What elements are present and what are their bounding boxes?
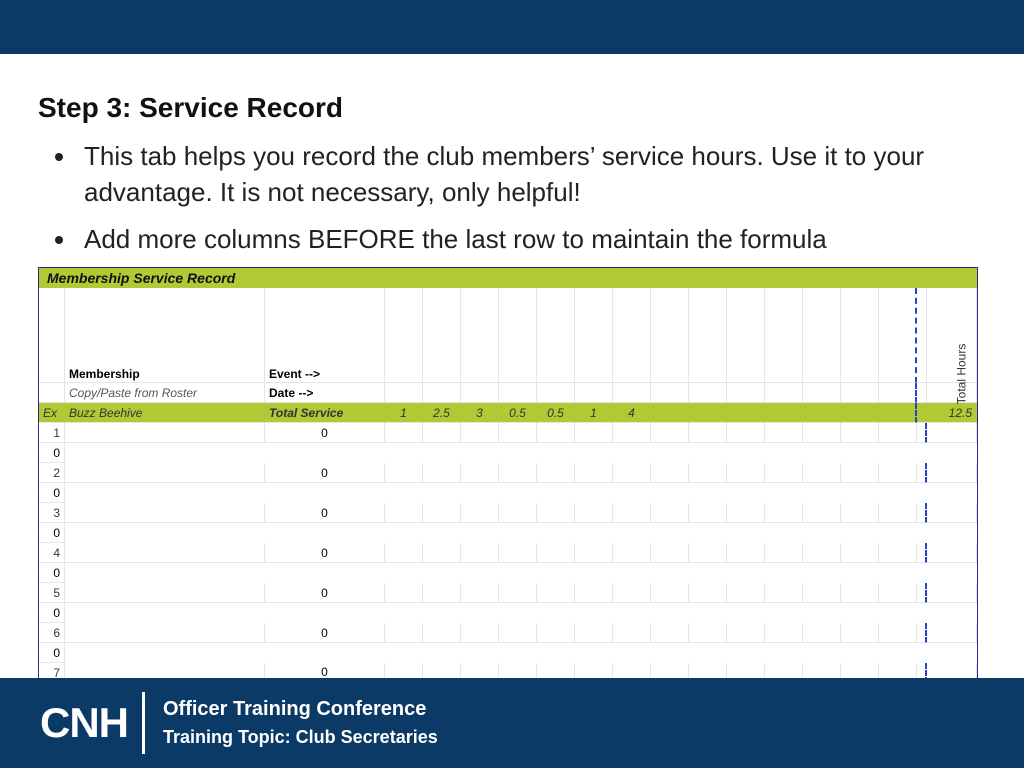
table-row: 100: [39, 423, 977, 463]
table-row: 400: [39, 543, 977, 583]
bullet-item: Add more columns BEFORE the last row to …: [78, 221, 986, 257]
example-row: Ex Buzz Beehive Total Service 1 2.5 3 0.…: [39, 403, 977, 423]
membership-header: Membership: [65, 288, 265, 383]
total-hours-header: Total Hours: [927, 288, 977, 383]
bullet-list: This tab helps you record the club membe…: [38, 138, 986, 257]
footer-line1: Officer Training Conference: [163, 698, 438, 721]
table-row: 300: [39, 503, 977, 543]
date-header: Date -->: [265, 383, 385, 403]
footer-lines: Officer Training Conference Training Top…: [163, 698, 438, 748]
roster-hint: Copy/Paste from Roster: [65, 383, 265, 403]
bullet-item: This tab helps you record the club membe…: [78, 138, 986, 211]
footer: CNH Officer Training Conference Training…: [0, 678, 1024, 768]
footer-line2: Training Topic: Club Secretaries: [163, 727, 438, 748]
ex-name: Buzz Beehive: [65, 403, 265, 423]
total-service-label: Total Service: [265, 403, 385, 423]
table-row: 200: [39, 463, 977, 503]
cell: [39, 288, 65, 383]
spreadsheet-embed: Membership Service Record Membership Eve…: [38, 267, 978, 704]
sheet-title: Membership Service Record: [39, 268, 977, 288]
table-row: 600: [39, 623, 977, 663]
top-bar: [0, 0, 1024, 54]
footer-logo: CNH: [40, 699, 128, 747]
event-header: Event -->: [265, 288, 385, 383]
footer-divider: [142, 692, 145, 754]
sheet-subheader: Copy/Paste from Roster Date -->: [39, 383, 977, 403]
slide-content: Step 3: Service Record This tab helps yo…: [0, 54, 1024, 704]
ex-total: 12.5: [927, 403, 977, 423]
slide-heading: Step 3: Service Record: [38, 92, 986, 124]
table-row: 500: [39, 583, 977, 623]
ex-label: Ex: [39, 403, 65, 423]
data-rows: 100200300400500600700: [39, 423, 977, 703]
sheet-header-tall: Membership Event --> Total Hours: [39, 288, 977, 383]
